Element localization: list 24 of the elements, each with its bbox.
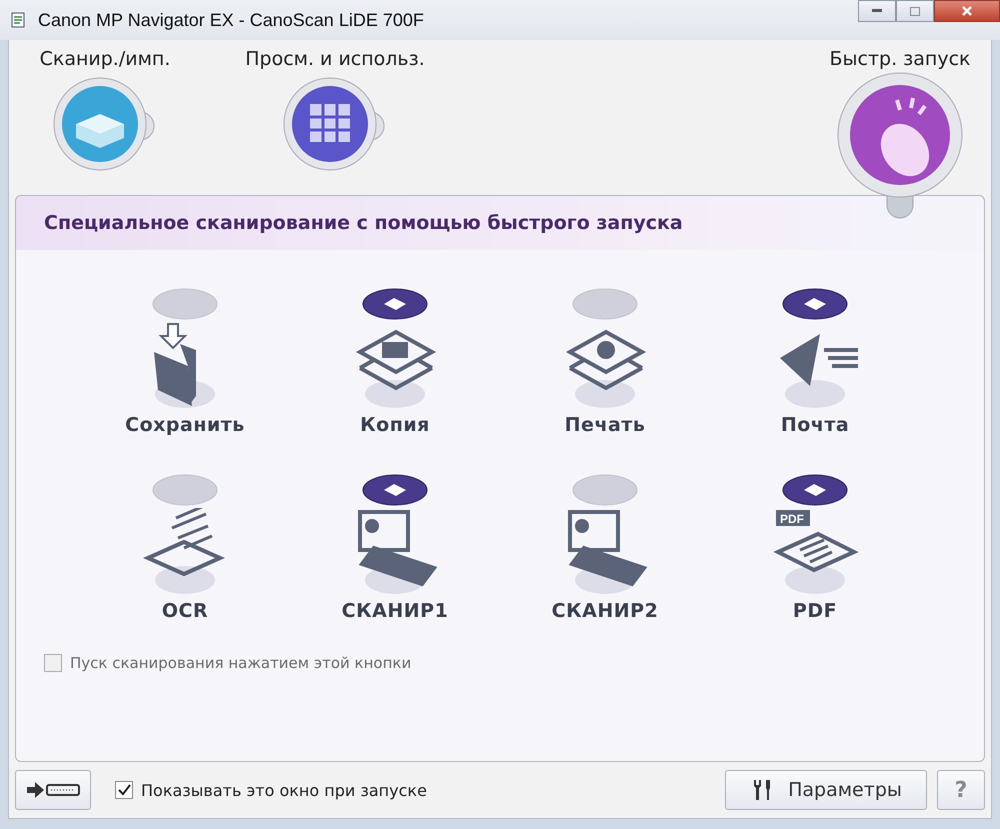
exit-to-main-button[interactable]: [15, 770, 91, 810]
minimize-icon: [872, 9, 882, 13]
parameters-button[interactable]: Параметры: [725, 770, 927, 810]
mode-label: Быстр. запуск: [829, 48, 971, 70]
minimize-button[interactable]: [858, 0, 896, 22]
quick-start-button[interactable]: СКАНИР1: [338, 506, 452, 624]
mode-label: Просм. и использ.: [245, 48, 425, 70]
quick-start-button[interactable]: PDF PDF: [766, 506, 864, 624]
maximize-icon: [910, 6, 920, 16]
close-button[interactable]: [934, 0, 1000, 22]
quick-start-button[interactable]: Печать: [556, 320, 654, 438]
maximize-button[interactable]: [896, 0, 934, 22]
window-title: Canon MP Navigator EX - CanoScan LiDE 700F: [38, 10, 424, 30]
panel-title: Специальное сканирование с помощью быстрого запуска: [44, 212, 683, 234]
quick-start-button[interactable]: OCR: [136, 506, 234, 624]
quick-start-button[interactable]: СКАНИР2: [548, 506, 662, 624]
quick-start-button[interactable]: Сохранить: [121, 320, 249, 438]
checkmark-icon: [117, 783, 131, 797]
arrow-keyboard-icon: [25, 779, 81, 801]
quick-start-button[interactable]: Копия: [346, 320, 444, 438]
mode-label: Сканир./имп.: [40, 48, 170, 70]
close-icon: [961, 5, 973, 17]
quick-start-button[interactable]: Почта: [766, 320, 864, 438]
show-window-checkbox[interactable]: Показывать это окно при запуске: [115, 780, 427, 800]
